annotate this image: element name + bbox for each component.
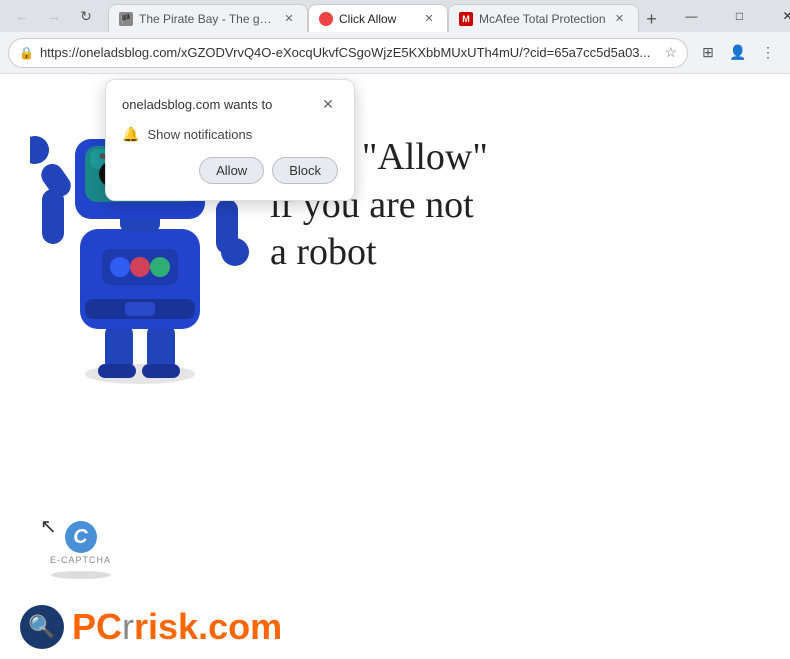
ecaptcha-logo: C E-CAPTCHA — [50, 521, 111, 579]
tab-clickallow-close[interactable]: ✕ — [421, 11, 437, 27]
notification-row: 🔔 Show notifications — [122, 126, 338, 143]
popup-title: oneladsblog.com wants to — [122, 97, 272, 112]
tab-mcafee-title: McAfee Total Protection — [479, 12, 606, 26]
tab-piratebay-close[interactable]: ✕ — [281, 11, 297, 27]
window-controls: — □ ✕ — [669, 0, 790, 32]
main-text-line3: a robot — [270, 229, 488, 277]
toolbar-icons: ⊞ 👤 ⋮ — [694, 39, 782, 67]
notification-popup: oneladsblog.com wants to ✕ 🔔 Show notifi… — [105, 79, 355, 201]
address-box[interactable]: 🔒 https://oneladsblog.com/xGZODVrvQ4O-eX… — [8, 38, 688, 68]
tab-piratebay[interactable]: 🏴 The Pirate Bay - The galaxy's m... ✕ — [108, 4, 308, 32]
maximize-button[interactable]: □ — [717, 0, 763, 32]
forward-button[interactable]: → — [40, 2, 68, 30]
close-button[interactable]: ✕ — [765, 0, 790, 32]
allow-button[interactable]: Allow — [199, 157, 264, 184]
notification-label: Show notifications — [147, 127, 252, 142]
popup-close-button[interactable]: ✕ — [318, 94, 338, 114]
tab-mcafee[interactable]: M McAfee Total Protection ✕ — [448, 4, 639, 32]
new-tab-button[interactable]: + — [639, 6, 665, 32]
block-button[interactable]: Block — [272, 157, 338, 184]
popup-buttons: Allow Block — [122, 157, 338, 184]
ecaptcha-shadow — [51, 571, 111, 579]
menu-button[interactable]: ⋮ — [754, 39, 782, 67]
tab-clickallow[interactable]: Click Allow ✕ — [308, 4, 448, 32]
pcrisk-orange-text: risk.com — [134, 606, 282, 647]
pcrisk-icon — [20, 605, 64, 649]
tab-clickallow-title: Click Allow — [339, 12, 415, 26]
ecaptcha-icon: C — [65, 521, 97, 553]
ecaptcha-label: E-CAPTCHA — [50, 555, 111, 565]
popup-header: oneladsblog.com wants to ✕ — [122, 94, 338, 114]
clickallow-favicon — [319, 12, 333, 26]
bell-icon: 🔔 — [122, 126, 139, 143]
piratebay-favicon: 🏴 — [119, 12, 133, 26]
refresh-button[interactable]: ↻ — [72, 2, 100, 30]
split-screen-button[interactable]: ⊞ — [694, 39, 722, 67]
profile-button[interactable]: 👤 — [724, 39, 752, 67]
pcrisk-logo: PCrrisk.com — [20, 605, 282, 649]
tab-mcafee-close[interactable]: ✕ — [612, 11, 628, 27]
tab-bar: 🏴 The Pirate Bay - The galaxy's m... ✕ C… — [108, 0, 665, 32]
titlebar: ← → ↻ 🏴 The Pirate Bay - The galaxy's m.… — [0, 0, 790, 32]
minimize-button[interactable]: — — [669, 0, 715, 32]
tab-piratebay-title: The Pirate Bay - The galaxy's m... — [139, 12, 275, 26]
pcrisk-text: PCrrisk.com — [72, 606, 282, 648]
pcrisk-gray-text: PC — [72, 606, 122, 647]
addressbar: 🔒 https://oneladsblog.com/xGZODVrvQ4O-eX… — [0, 32, 790, 74]
mcafee-favicon: M — [459, 12, 473, 26]
lock-icon: 🔒 — [19, 46, 34, 60]
url-text: https://oneladsblog.com/xGZODVrvQ4O-eXoc… — [40, 45, 658, 60]
page-content: oneladsblog.com wants to ✕ 🔔 Show notifi… — [0, 74, 790, 659]
nav-buttons: ← → ↻ — [8, 2, 100, 30]
bookmark-star-icon[interactable]: ☆ — [664, 44, 677, 61]
back-button[interactable]: ← — [8, 2, 36, 30]
